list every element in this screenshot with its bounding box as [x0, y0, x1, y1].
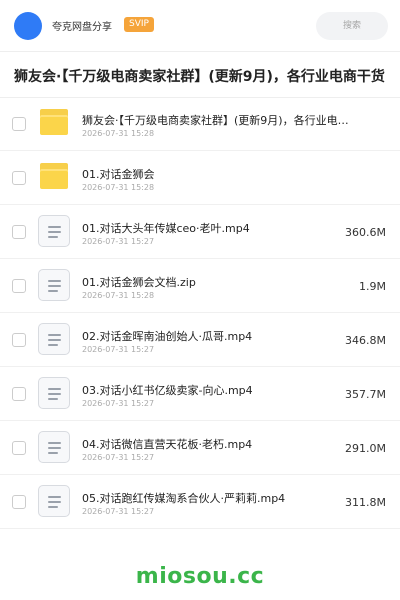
file-name: 03.对话小红书亿级卖家-向心.mp4 — [82, 384, 253, 397]
app-name: 夸克网盘分享 — [52, 22, 112, 33]
file-size: 1.9M — [359, 280, 386, 293]
document-icon — [38, 377, 70, 409]
checkbox[interactable] — [12, 171, 26, 185]
file-size: 360.6M — [345, 226, 386, 239]
file-list: 狮友会·【千万级电商卖家社群】(更新9月)，各行业电商干货 2026-07-31… — [0, 97, 400, 529]
folder-icon — [40, 163, 68, 189]
file-size: 311.8M — [345, 496, 386, 509]
file-size: 357.7M — [345, 388, 386, 401]
file-size: 291.0M — [345, 442, 386, 455]
file-name: 01.对话金狮会 — [82, 168, 155, 181]
document-icon — [38, 323, 70, 355]
file-name: 05.对话跑红传媒淘系合伙人·严莉莉.mp4 — [82, 492, 286, 505]
file-name: 01.对话大头年传媒ceo·老叶.mp4 — [82, 222, 250, 235]
list-item[interactable]: 03.对话小红书亿级卖家-向心.mp4 2026-07-31 15:27 357… — [0, 367, 400, 421]
list-item[interactable]: 01.对话金狮会 2026-07-31 15:28 — [0, 151, 400, 205]
header-bar: 夸克网盘分享 SVIP 搜索 — [0, 0, 400, 52]
search-button[interactable]: 搜索 — [316, 12, 388, 40]
avatar[interactable] — [14, 12, 42, 40]
file-date: 2026-07-31 15:27 — [82, 453, 155, 462]
file-name: 01.对话金狮会文档.zip — [82, 276, 196, 289]
checkbox[interactable] — [12, 333, 26, 347]
file-date: 2026-07-31 15:28 — [82, 129, 155, 138]
file-name: 狮友会·【千万级电商卖家社群】(更新9月)，各行业电商干货 — [82, 114, 352, 127]
svip-badge: SVIP — [124, 17, 154, 32]
list-item[interactable]: 狮友会·【千万级电商卖家社群】(更新9月)，各行业电商干货 2026-07-31… — [0, 97, 400, 151]
document-icon — [38, 215, 70, 247]
file-date: 2026-07-31 15:28 — [82, 291, 155, 300]
file-date: 2026-07-31 15:27 — [82, 237, 155, 246]
list-item[interactable]: 01.对话大头年传媒ceo·老叶.mp4 2026-07-31 15:27 36… — [0, 205, 400, 259]
document-icon — [38, 485, 70, 517]
list-item[interactable]: 02.对话金晖南油创始人·瓜哥.mp4 2026-07-31 15:27 346… — [0, 313, 400, 367]
checkbox[interactable] — [12, 387, 26, 401]
file-date: 2026-07-31 15:28 — [82, 183, 155, 192]
document-icon — [38, 269, 70, 301]
file-date: 2026-07-31 15:27 — [82, 507, 155, 516]
page-title: 狮友会·【千万级电商卖家社群】(更新9月)，各行业电商干货 — [14, 69, 385, 85]
list-item[interactable]: 01.对话金狮会文档.zip 2026-07-31 15:28 1.9M — [0, 259, 400, 313]
checkbox[interactable] — [12, 279, 26, 293]
file-name: 04.对话微信直营天花板·老朽.mp4 — [82, 438, 253, 451]
checkbox[interactable] — [12, 495, 26, 509]
checkbox[interactable] — [12, 117, 26, 131]
list-item[interactable]: 05.对话跑红传媒淘系合伙人·严莉莉.mp4 2026-07-31 15:27 … — [0, 475, 400, 529]
list-item[interactable]: 04.对话微信直营天花板·老朽.mp4 2026-07-31 15:27 291… — [0, 421, 400, 475]
file-name: 02.对话金晖南油创始人·瓜哥.mp4 — [82, 330, 253, 343]
folder-icon — [40, 109, 68, 135]
checkbox[interactable] — [12, 441, 26, 455]
title-bar: 狮友会·【千万级电商卖家社群】(更新9月)，各行业电商干货 — [0, 52, 400, 98]
document-icon — [38, 431, 70, 463]
checkbox[interactable] — [12, 225, 26, 239]
file-date: 2026-07-31 15:27 — [82, 399, 155, 408]
file-size: 346.8M — [345, 334, 386, 347]
file-date: 2026-07-31 15:27 — [82, 345, 155, 354]
watermark: miosou.cc — [135, 564, 265, 589]
